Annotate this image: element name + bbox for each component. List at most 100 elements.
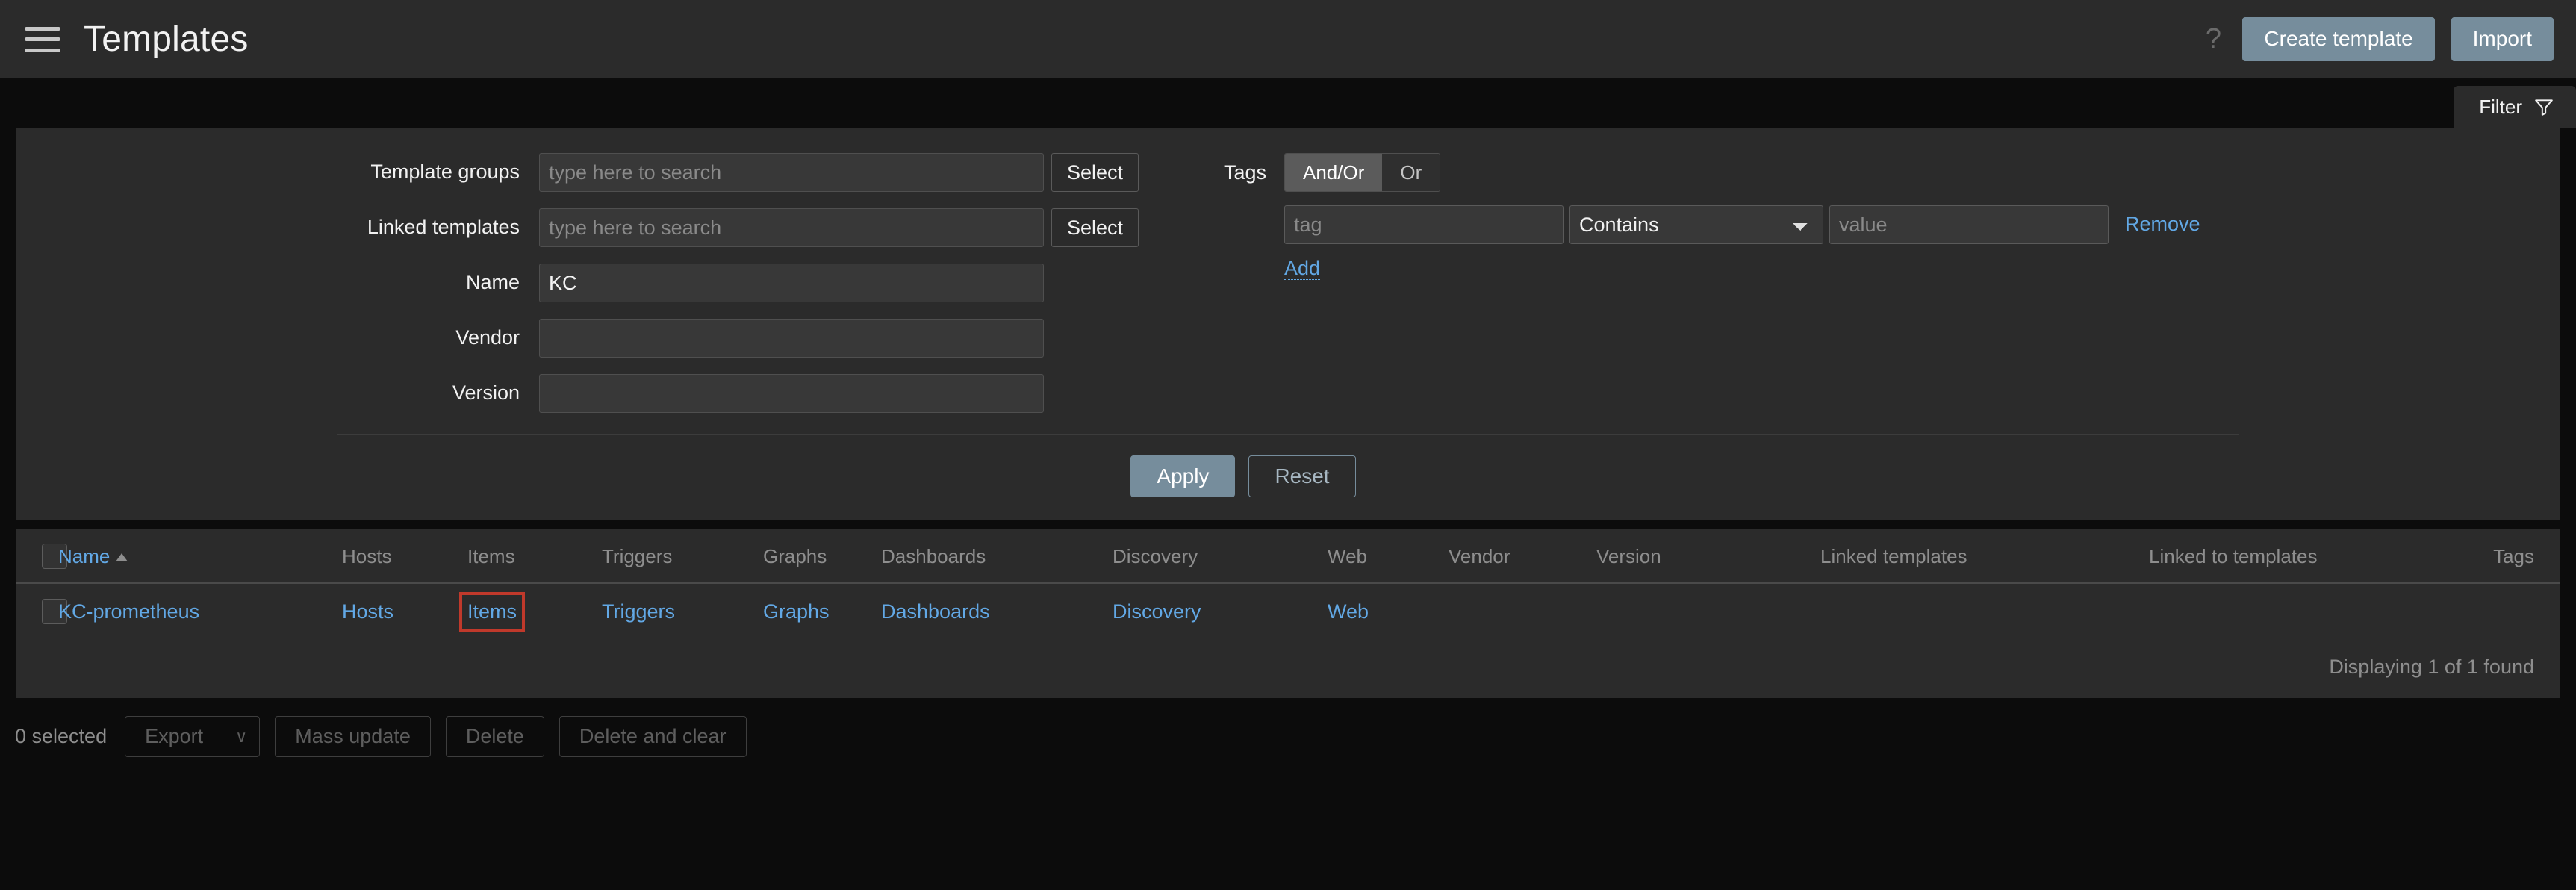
export-split-button[interactable]: Export ∨ (125, 716, 261, 758)
column-header-tags: Tags (2425, 529, 2560, 585)
tag-value-input[interactable] (1829, 205, 2109, 244)
template-groups-input[interactable] (539, 153, 1044, 192)
column-header-hosts: Hosts (342, 529, 467, 585)
mass-update-button[interactable]: Mass update (275, 716, 431, 758)
hamburger-bar (25, 48, 60, 52)
tags-mode-row: Tags And/Or Or (1202, 153, 2200, 192)
discovery-link[interactable]: Discovery (1113, 600, 1201, 623)
create-template-button[interactable]: Create template (2242, 17, 2435, 61)
filter-row-template-groups: Template groups Select (16, 153, 1181, 192)
cell-triggers: Triggers (602, 583, 763, 639)
column-header-linked-to-templates: Linked to templates (2149, 529, 2425, 585)
filter-right-column: Tags And/Or Or ExistsEqualsContainsDoes … (1181, 153, 2200, 280)
tag-name-input[interactable] (1284, 205, 1564, 244)
filter-row-linked-templates: Linked templates Select (16, 208, 1181, 247)
items-highlight-box: Items (458, 591, 526, 632)
linked-templates-input[interactable] (539, 208, 1044, 247)
cell-version (1596, 583, 1820, 639)
template-name-link[interactable]: KC-prometheus (58, 600, 199, 623)
tags-operator-segmented: And/Or Or (1284, 153, 1441, 192)
column-header-items: Items (467, 529, 602, 585)
funnel-icon (2534, 97, 2554, 116)
cell-linked-to-templates (2149, 583, 2425, 639)
label-vendor: Vendor (455, 326, 520, 349)
hamburger-bar (25, 37, 60, 41)
templates-table-container: Name Hosts Items Triggers Graphs Dashboa… (16, 529, 2560, 699)
cell-name: KC-prometheus (58, 583, 342, 639)
export-chevron-down-icon[interactable]: ∨ (223, 717, 259, 756)
graphs-link[interactable]: Graphs (763, 600, 830, 623)
cell-discovery: Discovery (1113, 583, 1328, 639)
column-header-discovery: Discovery (1113, 529, 1328, 585)
column-header-linked-templates: Linked templates (1820, 529, 2149, 585)
label-linked-templates: Linked templates (367, 216, 520, 239)
page-title: Templates (84, 19, 249, 59)
column-header-graphs: Graphs (763, 529, 881, 585)
tag-filter-row: ExistsEqualsContainsDoes not existDoes n… (1284, 205, 2200, 244)
triggers-link[interactable]: Triggers (602, 600, 675, 623)
filter-tabstrip: Filter (0, 78, 2576, 128)
cell-items: Items (458, 583, 602, 639)
cell-tags (2425, 583, 2560, 639)
hamburger-menu-icon[interactable] (25, 26, 60, 52)
cell-vendor (1449, 583, 1596, 639)
filter-tab-label: Filter (2479, 95, 2522, 118)
selected-count-label: 0 selected (15, 725, 108, 748)
app-header: Templates ? Create template Import (0, 0, 2576, 78)
column-header-version: Version (1596, 529, 1820, 585)
row-select-cell (16, 583, 67, 639)
web-link[interactable]: Web (1328, 600, 1369, 623)
apply-button[interactable]: Apply (1130, 455, 1236, 497)
filter-panel: Template groups Select Linked templates … (16, 128, 2560, 520)
filter-left-column: Template groups Select Linked templates … (16, 153, 1181, 413)
label-tags: Tags (1223, 161, 1266, 184)
table-row: KC-prometheus Hosts Items Triggers Graph… (16, 583, 2560, 639)
tag-remove-link[interactable]: Remove (2125, 212, 2200, 237)
cell-dashboards: Dashboards (881, 583, 1113, 639)
template-groups-select-button[interactable]: Select (1051, 153, 1139, 192)
column-header-web: Web (1328, 529, 1449, 585)
label-name: Name (465, 271, 520, 294)
tag-condition-select[interactable]: ExistsEqualsContainsDoes not existDoes n… (1569, 205, 1823, 244)
filter-row-vendor: Vendor (16, 319, 1181, 358)
tag-add-link[interactable]: Add (1284, 257, 1321, 280)
delete-button[interactable]: Delete (445, 716, 544, 758)
label-version: Version (452, 382, 520, 405)
version-input[interactable] (539, 374, 1044, 413)
tags-mode-andor-button[interactable]: And/Or (1285, 154, 1383, 191)
filter-tab[interactable]: Filter (2454, 86, 2576, 128)
cell-hosts: Hosts (342, 583, 467, 639)
cell-linked-templates (1820, 583, 2149, 639)
results-count: Displaying 1 of 1 found (16, 639, 2560, 699)
hosts-link[interactable]: Hosts (342, 600, 393, 623)
column-header-vendor: Vendor (1449, 529, 1596, 585)
name-input[interactable] (539, 264, 1044, 302)
items-link[interactable]: Items (467, 600, 517, 623)
import-button[interactable]: Import (2451, 17, 2554, 61)
column-header-dashboards: Dashboards (881, 529, 1113, 585)
tags-mode-or-button[interactable]: Or (1382, 154, 1440, 191)
label-template-groups: Template groups (370, 161, 520, 184)
reset-button[interactable]: Reset (1248, 455, 1356, 497)
help-icon[interactable]: ? (2200, 25, 2226, 53)
bulk-action-bar: 0 selected Export ∨ Mass update Delete D… (0, 698, 2576, 758)
column-header-name[interactable]: Name (58, 529, 342, 585)
export-button[interactable]: Export (125, 717, 224, 757)
sort-by-name-link[interactable]: Name (58, 545, 110, 567)
table-header-row: Name Hosts Items Triggers Graphs Dashboa… (16, 529, 2560, 585)
linked-templates-select-button[interactable]: Select (1051, 208, 1139, 247)
tag-add-row: Add (1284, 256, 2200, 280)
column-header-triggers: Triggers (602, 529, 763, 585)
hamburger-bar (25, 26, 60, 31)
vendor-input[interactable] (539, 319, 1044, 358)
sort-ascending-icon (116, 553, 128, 561)
dashboards-link[interactable]: Dashboards (881, 600, 990, 623)
filter-actions: Apply Reset (16, 435, 2560, 497)
delete-and-clear-button[interactable]: Delete and clear (559, 716, 747, 758)
cell-graphs: Graphs (763, 583, 881, 639)
filter-row-name: Name (16, 264, 1181, 302)
header-actions: ? Create template Import (2200, 17, 2554, 61)
templates-table: Name Hosts Items Triggers Graphs Dashboa… (16, 529, 2560, 639)
filter-row-version: Version (16, 374, 1181, 413)
select-all-header (16, 529, 67, 585)
